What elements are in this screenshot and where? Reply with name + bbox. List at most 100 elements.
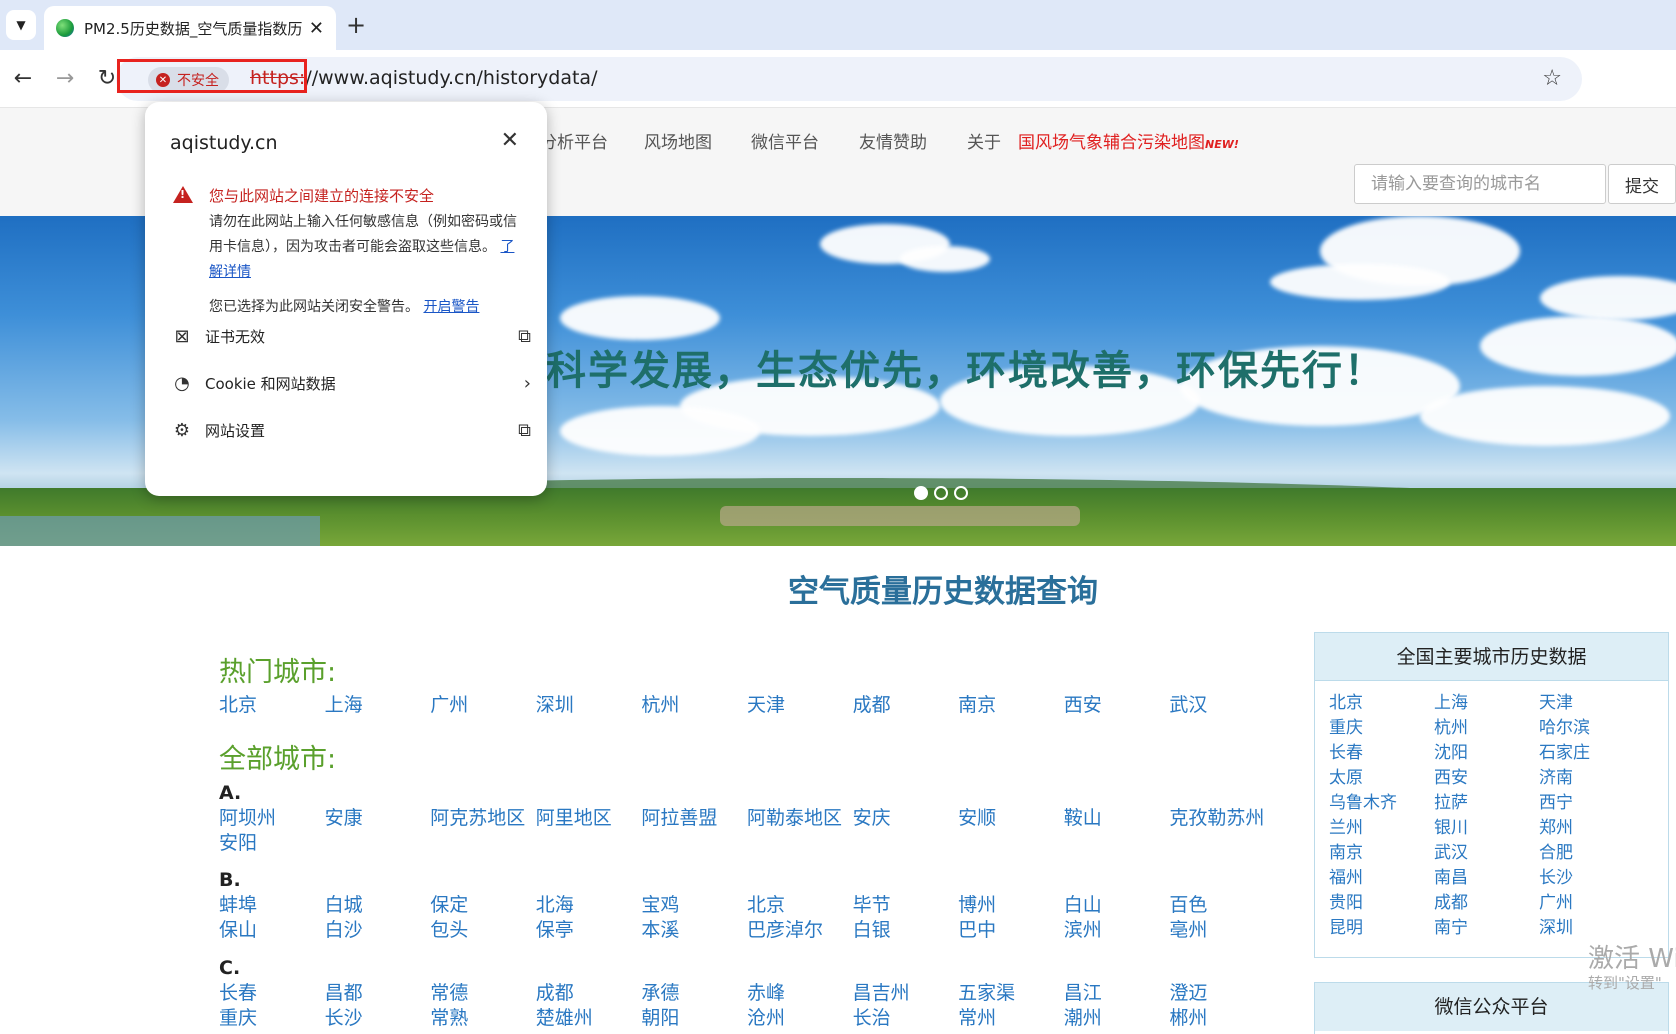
hot-city-link[interactable]: 杭州 bbox=[641, 693, 747, 718]
city-link[interactable]: 阿里地区 bbox=[536, 806, 642, 831]
city-link[interactable]: 昌吉州 bbox=[853, 981, 959, 1006]
enable-warning-link[interactable]: 开启警告 bbox=[423, 299, 479, 315]
hot-city-link[interactable]: 深圳 bbox=[536, 693, 642, 718]
city-link[interactable]: 宝鸡 bbox=[641, 893, 747, 918]
city-search-input[interactable] bbox=[1354, 164, 1606, 204]
panel-city-link[interactable]: 拉萨 bbox=[1434, 791, 1539, 816]
hot-city-link[interactable]: 西安 bbox=[1064, 693, 1170, 718]
city-link[interactable]: 克孜勒苏州 bbox=[1169, 806, 1275, 831]
certificate-row[interactable]: ⊠ 证书无效 ⧉ bbox=[171, 320, 531, 352]
panel-city-link[interactable]: 兰州 bbox=[1329, 816, 1434, 841]
city-link[interactable]: 保山 bbox=[219, 918, 325, 943]
hot-city-link[interactable]: 武汉 bbox=[1169, 693, 1275, 718]
city-link[interactable]: 白沙 bbox=[325, 918, 431, 943]
back-icon[interactable]: ← bbox=[8, 63, 38, 93]
panel-city-link[interactable]: 广州 bbox=[1539, 891, 1644, 916]
city-link[interactable]: 沧州 bbox=[747, 1006, 853, 1031]
city-link[interactable]: 阿坝州 bbox=[219, 806, 325, 831]
city-link[interactable]: 成都 bbox=[536, 981, 642, 1006]
carousel-dot[interactable] bbox=[934, 486, 948, 500]
city-link[interactable]: 博州 bbox=[958, 893, 1064, 918]
city-link[interactable]: 重庆 bbox=[219, 1006, 325, 1031]
city-link[interactable]: 百色 bbox=[1169, 893, 1275, 918]
hot-city-link[interactable]: 北京 bbox=[219, 693, 325, 718]
panel-city-link[interactable]: 西安 bbox=[1434, 766, 1539, 791]
nav-wechat-platform[interactable]: 微信平台 bbox=[751, 128, 819, 153]
panel-city-link[interactable]: 南昌 bbox=[1434, 866, 1539, 891]
city-link[interactable]: 楚雄州 bbox=[536, 1006, 642, 1031]
tab-active[interactable]: PM2.5历史数据_空气质量指数历 ✕ bbox=[44, 6, 336, 50]
city-link[interactable]: 长治 bbox=[853, 1006, 959, 1031]
city-link[interactable]: 毕节 bbox=[853, 893, 959, 918]
city-link[interactable]: 阿克苏地区 bbox=[430, 806, 536, 831]
city-link[interactable]: 巴中 bbox=[958, 918, 1064, 943]
nav-analysis-platform[interactable]: 分析平台 bbox=[540, 128, 608, 153]
city-link[interactable]: 本溪 bbox=[641, 918, 747, 943]
city-link[interactable]: 承德 bbox=[641, 981, 747, 1006]
panel-city-link[interactable]: 哈尔滨 bbox=[1539, 716, 1644, 741]
city-link[interactable]: 常州 bbox=[958, 1006, 1064, 1031]
city-link[interactable]: 阿勒泰地区 bbox=[747, 806, 853, 831]
panel-city-link[interactable]: 乌鲁木齐 bbox=[1329, 791, 1434, 816]
city-link[interactable]: 澄迈 bbox=[1169, 981, 1275, 1006]
city-link[interactable]: 滨州 bbox=[1064, 918, 1170, 943]
city-link[interactable]: 保亭 bbox=[536, 918, 642, 943]
close-icon[interactable]: ✕ bbox=[501, 128, 519, 153]
bookmark-star-icon[interactable]: ☆ bbox=[1542, 66, 1562, 91]
panel-city-link[interactable]: 贵阳 bbox=[1329, 891, 1434, 916]
city-link[interactable]: 潮州 bbox=[1064, 1006, 1170, 1031]
city-link[interactable]: 鞍山 bbox=[1064, 806, 1170, 831]
submit-button[interactable]: 提交 bbox=[1608, 164, 1676, 204]
panel-city-link[interactable]: 昆明 bbox=[1329, 916, 1434, 941]
panel-city-link[interactable]: 南京 bbox=[1329, 841, 1434, 866]
city-link[interactable]: 朝阳 bbox=[641, 1006, 747, 1031]
address-bar[interactable]: ✕ 不安全 https://www.aqistudy.cn/historydat… bbox=[116, 57, 1582, 101]
panel-city-link[interactable]: 合肥 bbox=[1539, 841, 1644, 866]
city-link[interactable]: 巴彦淖尔 bbox=[747, 918, 853, 943]
carousel-dot[interactable] bbox=[954, 486, 968, 500]
panel-city-link[interactable]: 郑州 bbox=[1539, 816, 1644, 841]
carousel-dot[interactable] bbox=[914, 486, 928, 500]
panel-city-link[interactable]: 杭州 bbox=[1434, 716, 1539, 741]
nav-about[interactable]: 关于 bbox=[967, 128, 1001, 153]
nav-wind-map[interactable]: 风场地图 bbox=[644, 128, 712, 153]
panel-city-link[interactable]: 银川 bbox=[1434, 816, 1539, 841]
site-settings-row[interactable]: ⚙ 网站设置 ⧉ bbox=[171, 414, 531, 446]
city-link[interactable]: 常熟 bbox=[430, 1006, 536, 1031]
panel-city-link[interactable]: 长沙 bbox=[1539, 866, 1644, 891]
cookies-row[interactable]: ◔ Cookie 和网站数据 › bbox=[171, 367, 531, 399]
panel-city-link[interactable]: 上海 bbox=[1434, 691, 1539, 716]
city-link[interactable]: 常德 bbox=[430, 981, 536, 1006]
city-link[interactable]: 北京 bbox=[747, 893, 853, 918]
city-link[interactable]: 安康 bbox=[325, 806, 431, 831]
city-link[interactable]: 赤峰 bbox=[747, 981, 853, 1006]
city-link[interactable]: 蚌埠 bbox=[219, 893, 325, 918]
panel-city-link[interactable]: 北京 bbox=[1329, 691, 1434, 716]
nav-sponsor[interactable]: 友情赞助 bbox=[859, 128, 927, 153]
city-link[interactable]: 长春 bbox=[219, 981, 325, 1006]
city-link[interactable]: 白银 bbox=[853, 918, 959, 943]
hot-city-link[interactable]: 广州 bbox=[430, 693, 536, 718]
city-link[interactable]: 安顺 bbox=[958, 806, 1064, 831]
city-link[interactable]: 昌都 bbox=[325, 981, 431, 1006]
hot-city-link[interactable]: 天津 bbox=[747, 693, 853, 718]
city-link[interactable]: 长沙 bbox=[325, 1006, 431, 1031]
city-link[interactable]: 白城 bbox=[325, 893, 431, 918]
panel-city-link[interactable]: 石家庄 bbox=[1539, 741, 1644, 766]
panel-city-link[interactable]: 济南 bbox=[1539, 766, 1644, 791]
city-link[interactable]: 五家渠 bbox=[958, 981, 1064, 1006]
city-link[interactable]: 北海 bbox=[536, 893, 642, 918]
forward-icon[interactable]: → bbox=[50, 63, 80, 93]
city-link[interactable]: 白山 bbox=[1064, 893, 1170, 918]
hot-city-link[interactable]: 上海 bbox=[325, 693, 431, 718]
panel-city-link[interactable]: 成都 bbox=[1434, 891, 1539, 916]
panel-city-link[interactable]: 武汉 bbox=[1434, 841, 1539, 866]
panel-city-link[interactable]: 太原 bbox=[1329, 766, 1434, 791]
panel-city-link[interactable]: 重庆 bbox=[1329, 716, 1434, 741]
panel-city-link[interactable]: 长春 bbox=[1329, 741, 1434, 766]
tab-close-icon[interactable]: ✕ bbox=[309, 18, 324, 39]
city-link[interactable]: 阿拉善盟 bbox=[641, 806, 747, 831]
city-link[interactable]: 安庆 bbox=[853, 806, 959, 831]
city-link[interactable]: 安阳 bbox=[219, 831, 325, 856]
new-tab-button[interactable]: + bbox=[346, 12, 366, 38]
